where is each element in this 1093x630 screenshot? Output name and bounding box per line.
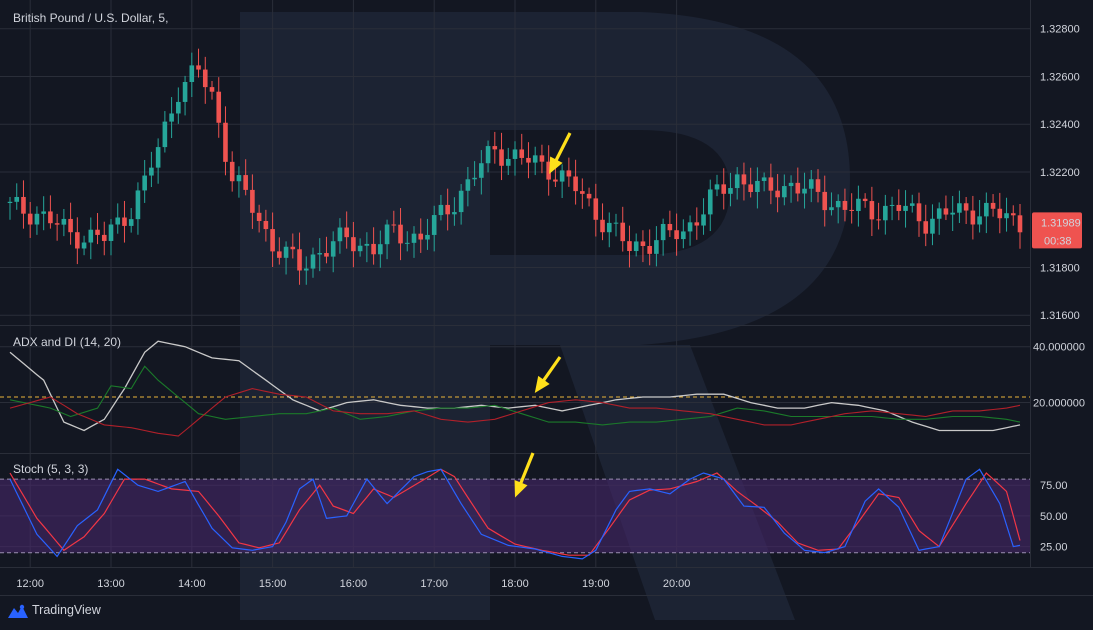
time-tick-label: 18:00 [501,578,529,590]
adx-tick-label: 20.000000 [1033,398,1085,410]
time-tick-label: 16:00 [340,578,368,590]
time-tick-label: 20:00 [663,578,691,590]
stoch-tick-label: 75.00 [1040,480,1068,492]
price-tick-label: 1.32200 [1040,167,1080,179]
stoch-axis[interactable]: 75.00 50.00 25.00 [1040,480,1068,553]
last-price-label: 1.31989 00:38 [1032,212,1082,249]
time-axis[interactable]: 12:00 13:00 14:00 15:00 16:00 17:00 18:00 19:00… [16,578,690,590]
price-tick-label: 1.32400 [1040,119,1080,131]
price-tick-label: 1.31800 [1040,262,1080,274]
time-tick-label: 17:00 [420,578,448,590]
last-price-value: 1.31989 [1041,217,1081,229]
time-tick-label: 12:00 [16,578,44,590]
chart-canvas[interactable]: British Pound / U.S. Dollar, 5, ADX and … [0,0,1093,630]
price-tick-label: 1.31600 [1040,310,1080,322]
countdown-timer: 00:38 [1044,235,1072,247]
adx-tick-label: 40.000000 [1033,342,1085,354]
time-tick-label: 13:00 [97,578,125,590]
time-tick-label: 14:00 [178,578,206,590]
time-tick-label: 19:00 [582,578,610,590]
tradingview-brand[interactable]: TradingView [32,603,101,617]
stoch-tick-label: 50.00 [1040,511,1068,523]
time-tick-label: 15:00 [259,578,287,590]
adx-panel-title: ADX and DI (14, 20) [13,335,121,349]
price-tick-label: 1.32800 [1040,24,1080,36]
chart-title: British Pound / U.S. Dollar, 5, [13,11,168,25]
price-tick-label: 1.32600 [1040,71,1080,83]
tradingview-logo-icon [8,604,28,618]
stoch-panel-title: Stoch (5, 3, 3) [13,462,88,476]
stoch-tick-label: 25.00 [1040,542,1068,554]
